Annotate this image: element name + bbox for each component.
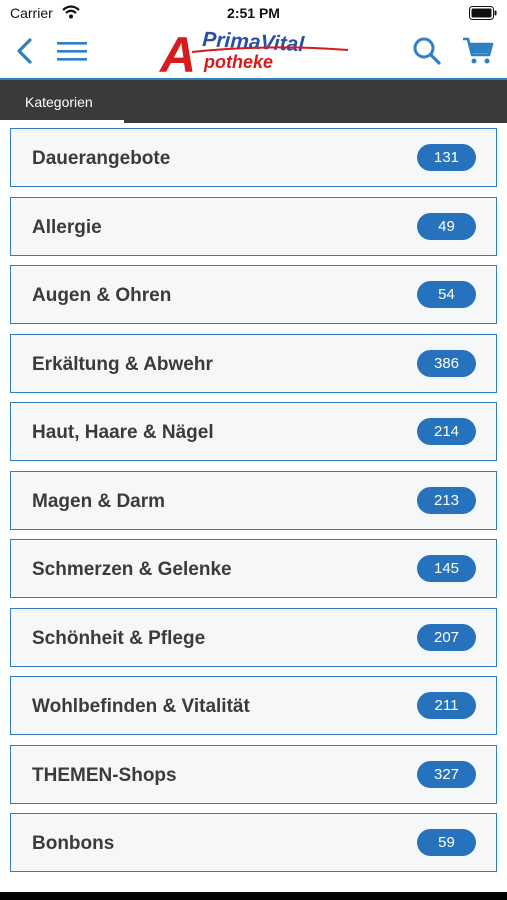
category-label: Dauerangebote [32, 148, 171, 169]
count-badge: 49 [417, 212, 476, 240]
category-label: Magen & Darm [32, 490, 166, 512]
logo-initial: A [158, 27, 196, 76]
category-item[interactable]: Schönheit & Pflege 207 [10, 607, 497, 667]
count-badge: 214 [417, 418, 476, 445]
count-badge: 327 [417, 760, 476, 788]
back-icon[interactable] [12, 36, 38, 66]
tab-active-indicator [0, 120, 124, 123]
category-item[interactable]: Haut, Haare & Nägel 214 [10, 402, 497, 461]
battery-icon [469, 6, 497, 20]
category-item[interactable]: Schmerzen & Gelenke 145 [10, 539, 497, 598]
category-label: Bonbons [32, 833, 115, 854]
category-item[interactable]: THEMEN-Shops 327 [10, 744, 497, 804]
count-badge: 54 [417, 281, 476, 308]
count-badge: 59 [417, 829, 476, 856]
count-badge: 207 [417, 623, 476, 651]
category-label: Haut, Haare & Nägel [32, 422, 214, 443]
bottom-edge [0, 892, 507, 900]
category-item[interactable]: Magen & Darm 213 [10, 470, 497, 530]
menu-icon[interactable] [56, 40, 88, 62]
status-bar: Carrier 2:51 PM [0, 0, 507, 26]
category-list: Dauerangebote 131 Allergie 49 Augen & Ohren 5… [10, 128, 497, 882]
category-label: Erkältung & Abwehr [32, 353, 213, 375]
category-item[interactable]: Wohlbefinden & Vitalität 211 [10, 676, 497, 735]
category-item[interactable]: Erkältung & Abwehr 386 [10, 333, 497, 393]
tab-kategorien[interactable]: Kategorien [25, 94, 93, 110]
count-badge: 211 [417, 692, 476, 719]
count-badge: 213 [417, 486, 476, 514]
category-label: Augen & Ohren [32, 285, 172, 306]
count-badge: 131 [417, 144, 476, 171]
category-label: Allergie [32, 216, 102, 238]
category-label: Schmerzen & Gelenke [32, 559, 232, 580]
category-item[interactable]: Bonbons 59 [10, 813, 497, 872]
logo-sub: potheke [203, 52, 273, 72]
count-badge: 386 [417, 349, 476, 377]
app-header: A PrimaVital potheke [0, 26, 507, 78]
clock: 2:51 PM [227, 5, 280, 21]
count-badge: 145 [417, 555, 476, 582]
category-item[interactable]: Allergie 49 [10, 196, 497, 256]
category-item[interactable]: Dauerangebote 131 [10, 128, 497, 187]
category-label: THEMEN-Shops [32, 764, 177, 786]
category-label: Wohlbefinden & Vitalität [32, 696, 250, 717]
category-item[interactable]: Augen & Ohren 54 [10, 265, 497, 324]
search-icon[interactable] [412, 36, 442, 66]
logo[interactable]: A PrimaVital potheke [158, 26, 352, 76]
cart-icon[interactable] [462, 36, 494, 66]
tab-bar: Kategorien [0, 80, 507, 123]
category-label: Schönheit & Pflege [32, 627, 206, 649]
